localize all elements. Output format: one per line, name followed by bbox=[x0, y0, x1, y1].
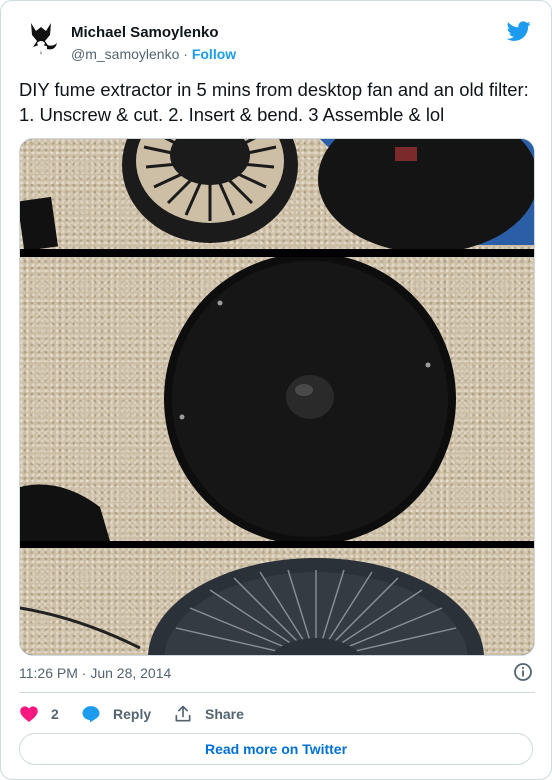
divider bbox=[19, 692, 535, 693]
assembled-fan-photo bbox=[20, 548, 534, 655]
tweet-card: Michael Samoylenko @m_samoylenko · Follo… bbox=[0, 0, 552, 780]
like-count: 2 bbox=[51, 706, 59, 722]
avatar[interactable] bbox=[19, 17, 63, 61]
heart-icon bbox=[20, 706, 38, 722]
share-label: Share bbox=[205, 706, 244, 722]
tweet-media[interactable] bbox=[19, 138, 535, 656]
twitter-bird-icon[interactable] bbox=[507, 19, 531, 43]
reply-bubble-icon bbox=[82, 706, 100, 723]
author-handle[interactable]: @m_samoylenko bbox=[71, 46, 179, 62]
author-name[interactable]: Michael Samoylenko bbox=[71, 24, 219, 41]
timestamp-row: 11:26 PM · Jun 28, 2014 bbox=[19, 662, 535, 684]
author-handle-row: @m_samoylenko · Follow bbox=[71, 46, 236, 62]
reply-label: Reply bbox=[113, 706, 152, 722]
like-button[interactable]: 2 bbox=[19, 701, 59, 727]
share-icon bbox=[175, 705, 191, 722]
tweet-header: Michael Samoylenko @m_samoylenko · Follo… bbox=[19, 15, 535, 67]
fox-avatar-icon bbox=[19, 17, 63, 61]
fan-grille-and-filter-photo bbox=[20, 139, 534, 249]
share-button[interactable]: Share bbox=[173, 701, 244, 727]
read-more-button[interactable]: Read more on Twitter bbox=[19, 733, 533, 765]
tweet-actions: 2 Reply Share bbox=[19, 701, 535, 727]
follow-link[interactable]: Follow bbox=[192, 46, 236, 62]
timestamp[interactable]: 11:26 PM · Jun 28, 2014 bbox=[19, 665, 171, 681]
tweet-text: DIY fume extractor in 5 mins from deskto… bbox=[19, 79, 529, 125]
handle-separator: · bbox=[179, 46, 192, 62]
info-icon[interactable] bbox=[513, 662, 533, 682]
filter-inside-fan-photo bbox=[20, 257, 534, 541]
reply-button[interactable]: Reply bbox=[81, 701, 151, 727]
